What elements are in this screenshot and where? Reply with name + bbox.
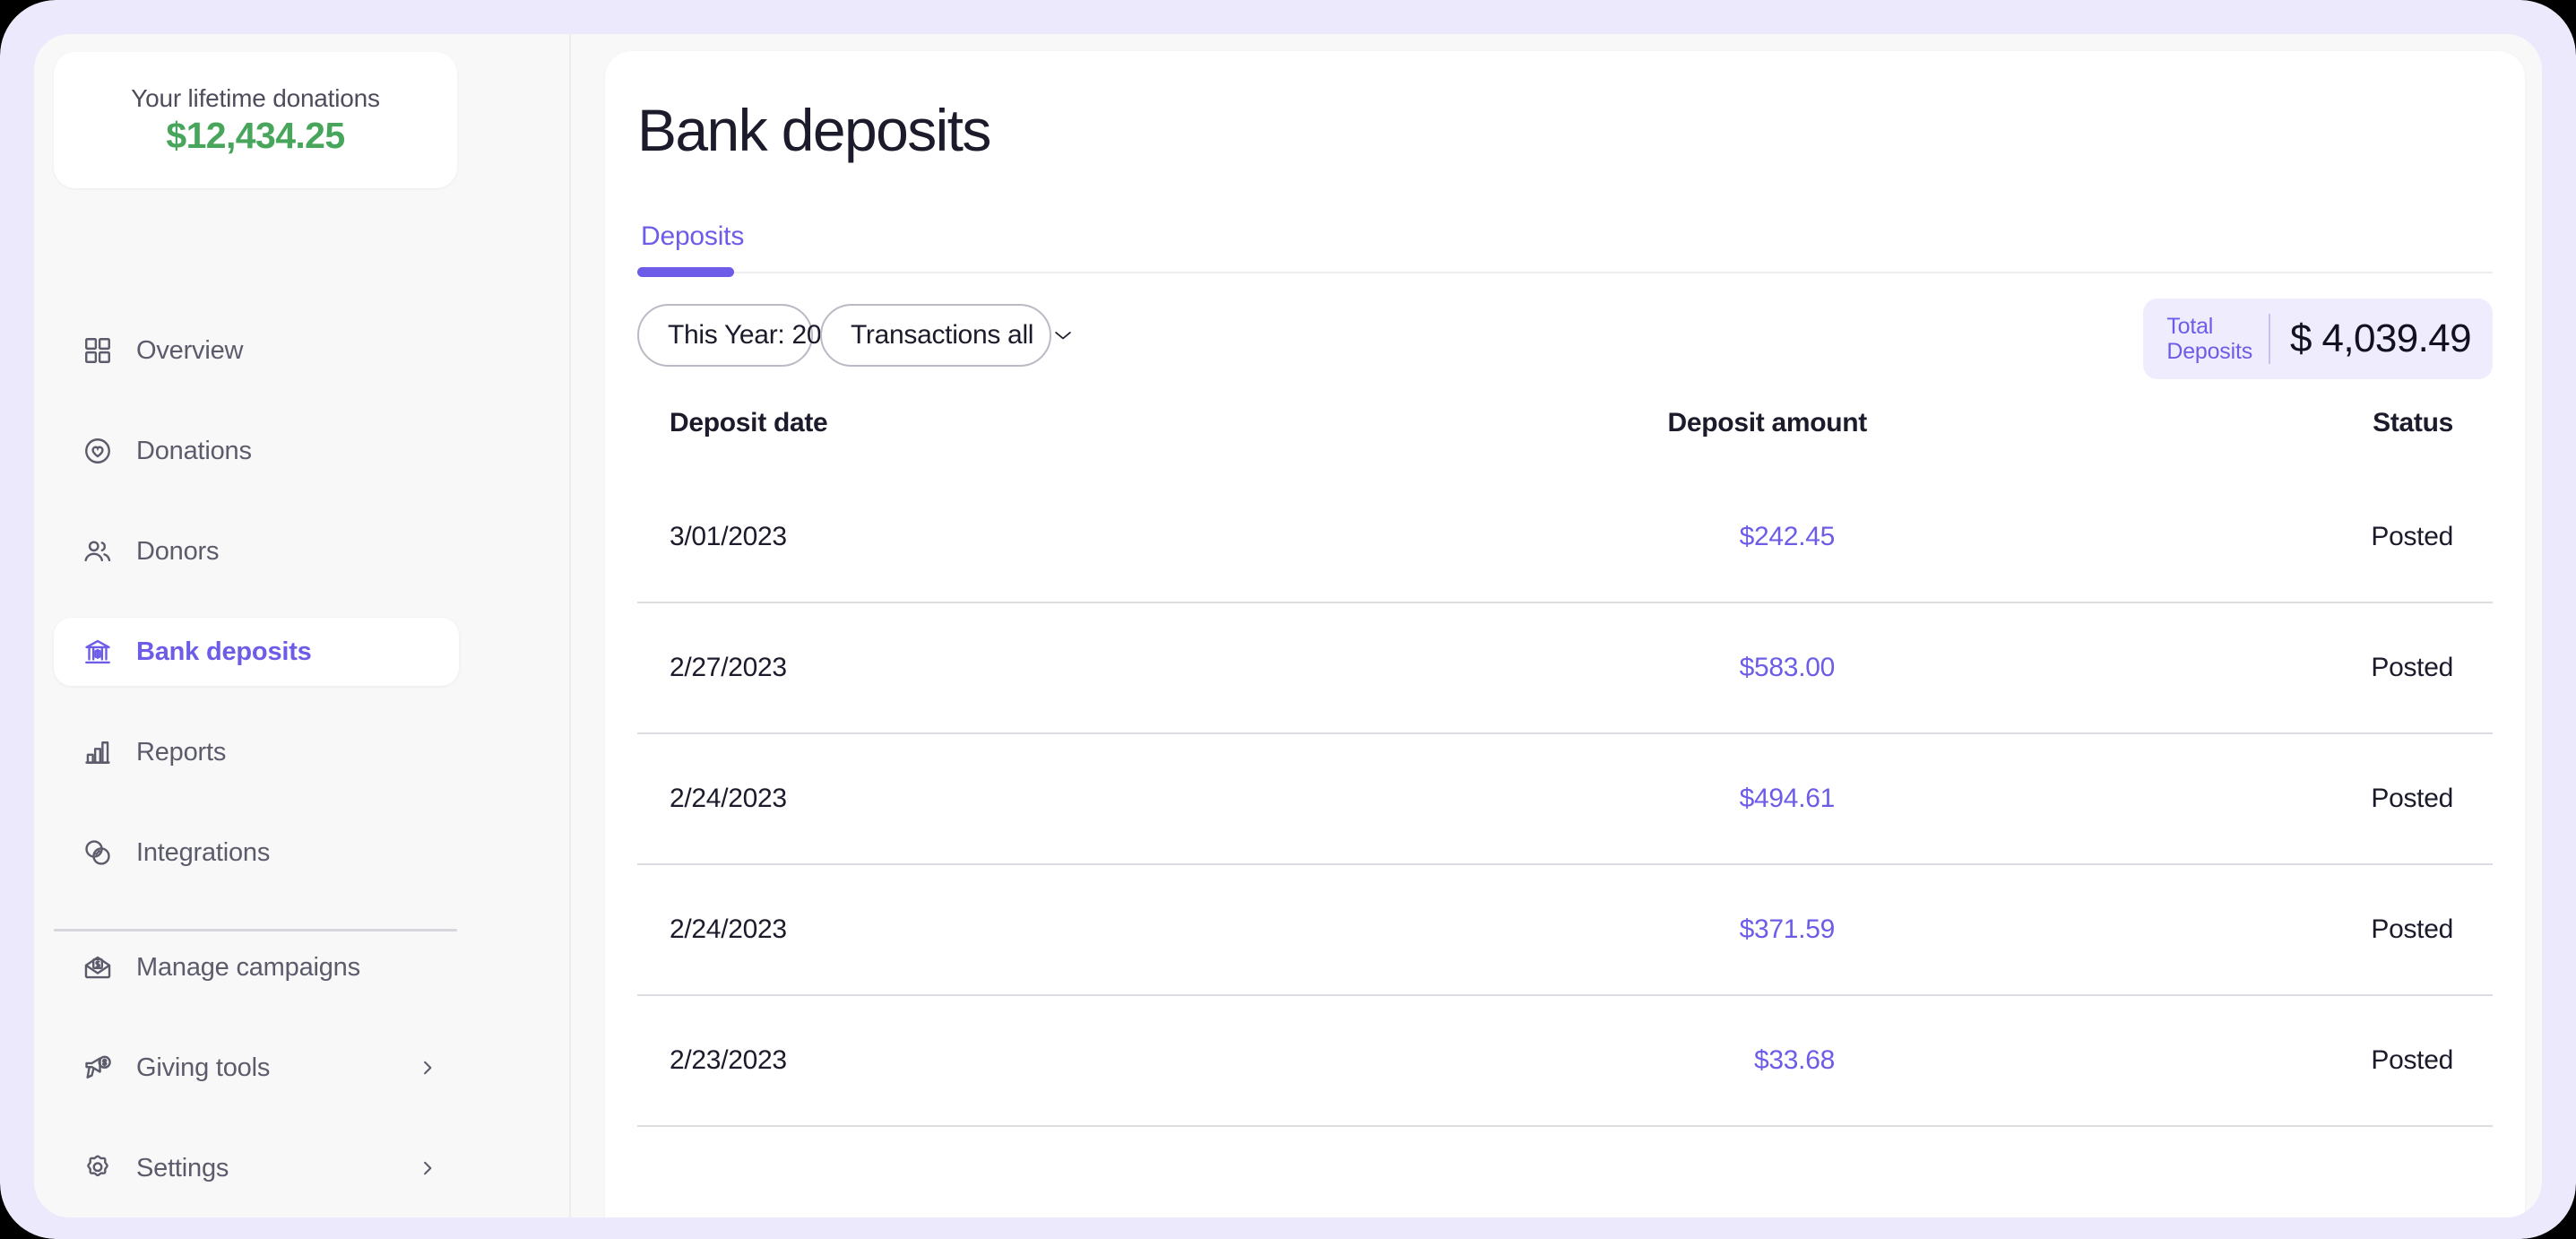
lifetime-donations-amount: $12,434.25	[166, 114, 345, 156]
table-row[interactable]: 2/24/2023 $494.61 Posted	[637, 734, 2493, 865]
cell-deposit-date: 2/23/2023	[670, 1045, 787, 1075]
cell-status: Posted	[2371, 653, 2453, 682]
bank-icon	[81, 635, 115, 669]
lifetime-donations-label: Your lifetime donations	[131, 83, 380, 112]
gear-icon	[81, 1151, 115, 1185]
app-surface: Your lifetime donations $12,434.25 Overv…	[34, 34, 2542, 1217]
cell-deposit-date: 2/27/2023	[670, 653, 787, 682]
chevron-right-icon	[418, 1158, 437, 1178]
sidebar-nav-primary: Overview Donations Donors Bank deposits …	[54, 316, 459, 887]
page-title: Bank deposits	[637, 97, 991, 163]
cell-status: Posted	[2371, 914, 2453, 944]
table-row[interactable]: 2/27/2023 $583.00 Posted	[637, 603, 2493, 734]
column-header-status: Status	[2373, 408, 2453, 438]
total-deposits-label: Total Deposits	[2166, 314, 2269, 364]
cell-status: Posted	[2371, 784, 2453, 813]
sidebar-item-bank-deposits[interactable]: Bank deposits	[54, 618, 459, 686]
table-header-row: Deposit date Deposit amount Status	[637, 408, 2493, 472]
cell-deposit-date: 2/24/2023	[670, 914, 787, 944]
table-row[interactable]: 3/01/2023 $242.45 Posted	[637, 472, 2493, 603]
tab-bar: Deposits	[637, 221, 2493, 277]
sidebar-item-giving-tools[interactable]: Giving tools	[54, 1034, 459, 1102]
cell-deposit-amount[interactable]: $494.61	[1740, 784, 1836, 813]
sidebar-item-label: Overview	[136, 335, 244, 365]
envelope-dollar-icon	[81, 950, 115, 984]
deposits-table: Deposit date Deposit amount Status 3/01/…	[637, 408, 2493, 1127]
chevron-down-icon	[1053, 329, 1073, 342]
sidebar-item-label: Settings	[136, 1153, 229, 1183]
column-header-deposit-amount: Deposit amount	[1667, 408, 1868, 438]
sidebar-nav-secondary: Manage campaigns Giving tools Settings	[54, 933, 459, 1202]
total-deposits-label-line1: Total	[2166, 314, 2214, 339]
sidebar-item-overview[interactable]: Overview	[54, 316, 459, 385]
sidebar-item-settings[interactable]: Settings	[54, 1134, 459, 1202]
sidebar: Your lifetime donations $12,434.25 Overv…	[34, 34, 571, 1217]
sidebar-item-label: Manage campaigns	[136, 952, 360, 982]
main-content-card: Bank deposits Deposits This Year: 2023 T…	[605, 51, 2525, 1217]
cell-deposit-amount[interactable]: $371.59	[1740, 914, 1836, 944]
lifetime-donations-card: Your lifetime donations $12,434.25	[54, 52, 457, 188]
cell-deposit-amount[interactable]: $242.45	[1740, 522, 1836, 551]
cell-status: Posted	[2371, 522, 2453, 551]
sidebar-item-label: Donations	[136, 436, 252, 465]
sidebar-item-donors[interactable]: Donors	[54, 517, 459, 585]
chevron-right-icon	[418, 1058, 437, 1078]
sidebar-item-label: Bank deposits	[136, 637, 312, 666]
sidebar-item-label: Donors	[136, 536, 220, 566]
venn-icon	[81, 836, 115, 870]
bar-chart-icon	[81, 735, 115, 769]
filter-row: This Year: 2023 Transactions all Total D…	[637, 299, 2493, 392]
sidebar-item-integrations[interactable]: Integrations	[54, 819, 459, 887]
cell-deposit-date: 3/01/2023	[670, 522, 787, 551]
transaction-filter-dropdown[interactable]: Transactions all	[820, 304, 1071, 367]
tab-label: Deposits	[641, 221, 745, 251]
sidebar-item-label: Integrations	[136, 837, 271, 867]
cell-deposit-amount[interactable]: $583.00	[1740, 653, 1836, 682]
sidebar-item-reports[interactable]: Reports	[54, 718, 459, 786]
table-row[interactable]: 2/24/2023 $371.59 Posted	[637, 865, 2493, 996]
total-deposits-label-line2: Deposits	[2166, 339, 2253, 364]
sidebar-item-label: Giving tools	[136, 1053, 271, 1082]
heart-circle-icon	[81, 434, 115, 468]
sidebar-divider	[54, 929, 457, 931]
sidebar-item-donations[interactable]: Donations	[54, 417, 459, 485]
megaphone-dollar-icon	[81, 1051, 115, 1085]
tab-deposits[interactable]: Deposits	[637, 221, 748, 277]
cell-status: Posted	[2371, 1045, 2453, 1075]
browser-frame: Your lifetime donations $12,434.25 Overv…	[0, 0, 2576, 1239]
table-row[interactable]: 2/23/2023 $33.68 Posted	[637, 996, 2493, 1127]
year-filter-dropdown[interactable]: This Year: 2023	[637, 304, 888, 367]
grid-icon	[81, 334, 115, 368]
total-deposits-value: $ 4,039.49	[2290, 316, 2472, 360]
users-icon	[81, 534, 115, 568]
column-header-deposit-date: Deposit date	[670, 408, 828, 438]
cell-deposit-date: 2/24/2023	[670, 784, 787, 813]
transaction-filter-label: Transactions all	[851, 320, 1034, 350]
total-deposits-badge: Total Deposits $ 4,039.49	[2143, 299, 2493, 379]
sidebar-item-manage-campaigns[interactable]: Manage campaigns	[54, 933, 459, 1001]
cell-deposit-amount[interactable]: $33.68	[1754, 1045, 1835, 1075]
tab-active-indicator	[637, 267, 734, 277]
sidebar-item-label: Reports	[136, 737, 227, 767]
